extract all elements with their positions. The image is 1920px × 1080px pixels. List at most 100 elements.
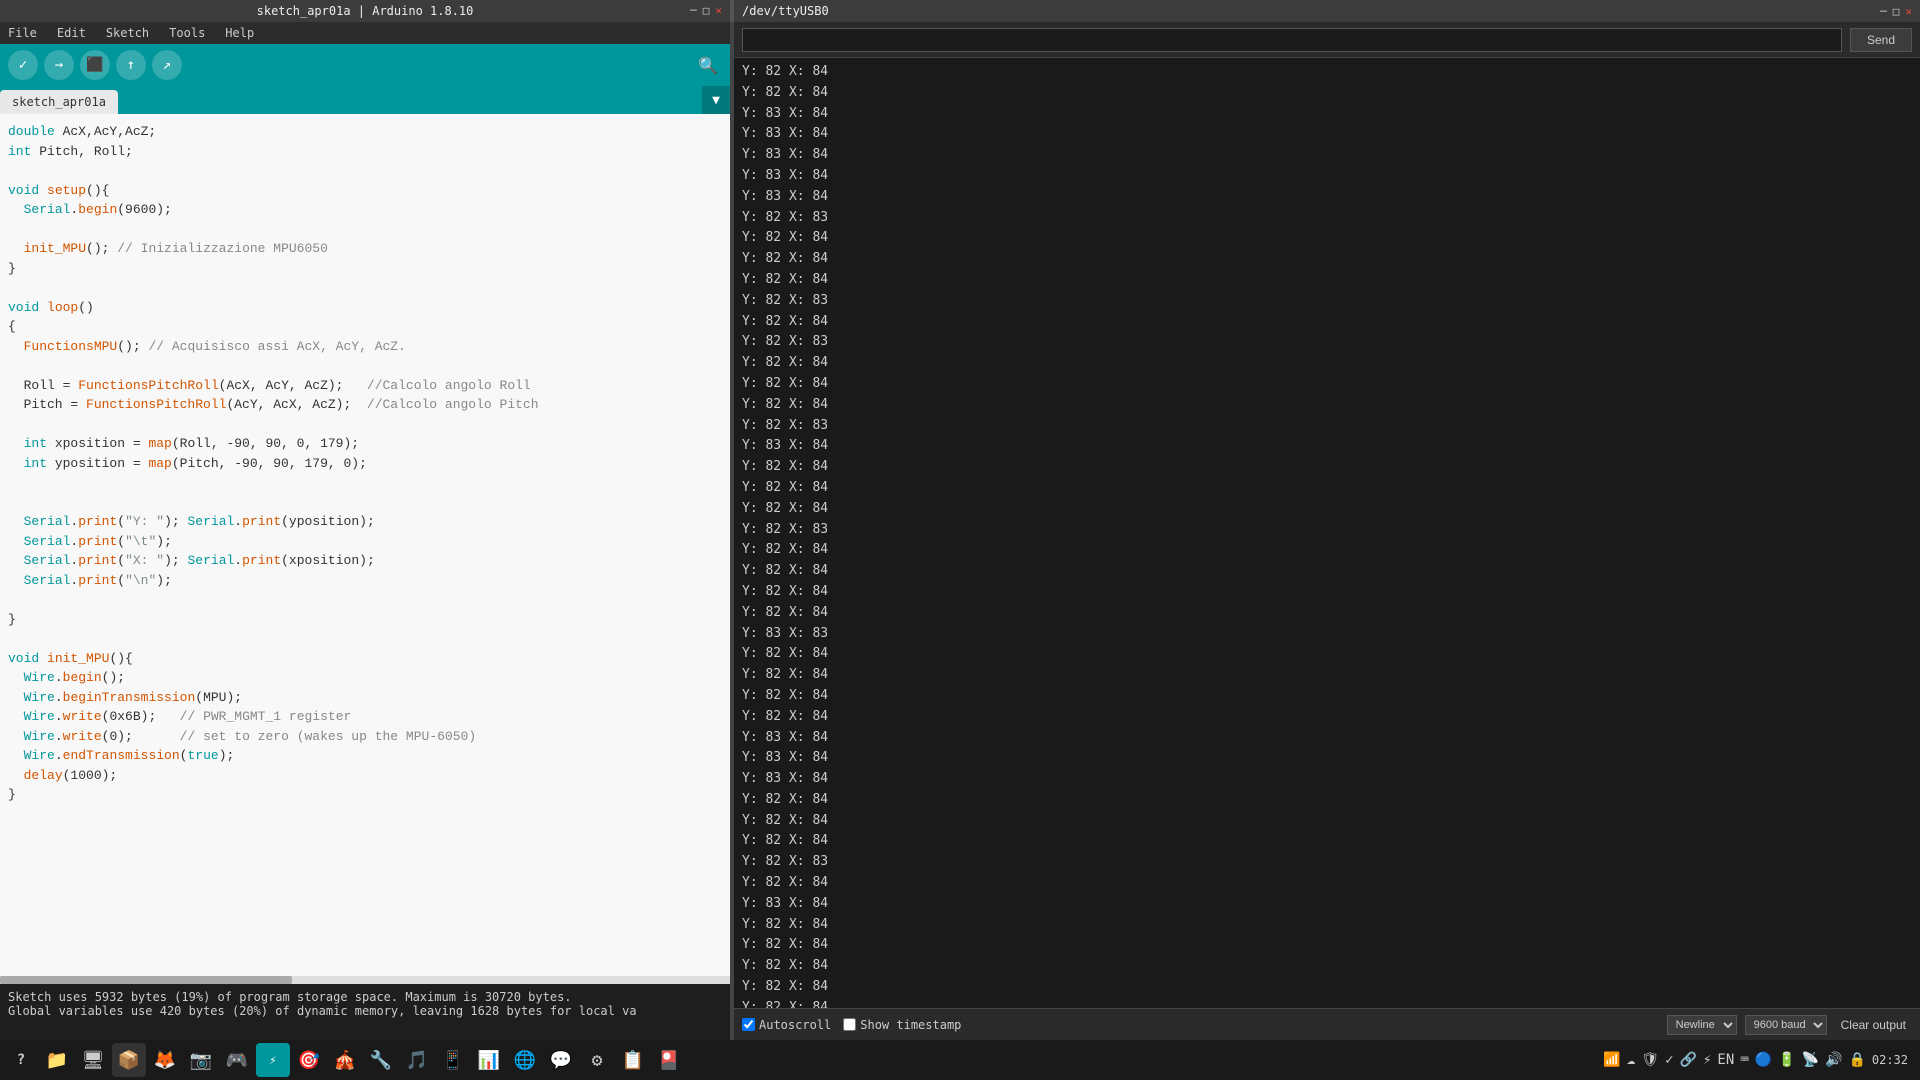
serial-output-line: Y: 83 X: 84 [742, 124, 1912, 145]
serial-output-line: Y: 82 X: 84 [742, 353, 1912, 374]
serial-output-line: Y: 82 X: 84 [742, 644, 1912, 665]
sys-icon-lang: EN [1717, 1052, 1734, 1068]
taskbar-photos-icon[interactable]: 📷 [184, 1043, 218, 1077]
sketch-tab[interactable]: sketch_apr01a [0, 90, 118, 114]
serial-output-line: Y: 82 X: 83 [742, 208, 1912, 229]
minimize-button[interactable]: ─ [690, 4, 697, 17]
open-button[interactable]: ↗ [152, 50, 182, 80]
menu-tools[interactable]: Tools [165, 24, 209, 42]
serial-window-controls[interactable]: ─ □ ✕ [1880, 5, 1912, 18]
debug-button[interactable]: ⬛ [80, 50, 110, 80]
verify-button[interactable]: ✓ [8, 50, 38, 80]
arduino-titlebar: sketch_apr01a | Arduino 1.8.10 ─ □ ✕ [0, 0, 730, 22]
toolbar: ✓ → ⬛ ↑ ↗ 🔍 [0, 44, 730, 86]
serial-output-line: Y: 83 X: 83 [742, 624, 1912, 645]
sys-icon-keyboard: ⌨ [1740, 1052, 1748, 1068]
show-timestamp-label[interactable]: Show timestamp [843, 1018, 961, 1032]
serial-input[interactable] [742, 28, 1842, 52]
serial-close-button[interactable]: ✕ [1905, 5, 1912, 18]
serial-output-line: Y: 82 X: 84 [742, 582, 1912, 603]
taskbar-files-icon[interactable]: 📁 [40, 1043, 74, 1077]
tab-label: sketch_apr01a [12, 95, 106, 109]
serial-output-line: Y: 82 X: 83 [742, 416, 1912, 437]
close-button[interactable]: ✕ [715, 4, 722, 17]
serial-output-line: Y: 82 X: 84 [742, 790, 1912, 811]
serial-output-line: Y: 82 X: 84 [742, 312, 1912, 333]
serial-output-line: Y: 82 X: 84 [742, 915, 1912, 936]
taskbar-chart-icon[interactable]: 📊 [472, 1043, 506, 1077]
serial-output-line: Y: 82 X: 84 [742, 665, 1912, 686]
menu-edit[interactable]: Edit [53, 24, 90, 42]
code-content: double AcX,AcY,AcZ; int Pitch, Roll; voi… [8, 122, 722, 805]
taskbar-phone-icon[interactable]: 📱 [436, 1043, 470, 1077]
code-editor[interactable]: double AcX,AcY,AcZ; int Pitch, Roll; voi… [0, 114, 730, 976]
upload-button[interactable]: → [44, 50, 74, 80]
autoscroll-label[interactable]: Autoscroll [742, 1018, 831, 1032]
show-timestamp-checkbox[interactable] [843, 1018, 856, 1031]
send-button[interactable]: Send [1850, 28, 1912, 52]
serial-output-line: Y: 82 X: 84 [742, 977, 1912, 998]
serial-bottom-bar: Autoscroll Show timestamp Newline 9600 b… [734, 1008, 1920, 1040]
search-button[interactable]: 🔍 [694, 51, 722, 79]
output-text: Sketch uses 5932 bytes (19%) of program … [8, 990, 722, 1018]
scrollbar-thumb[interactable] [0, 976, 292, 984]
taskbar: ? 📁 🖥 📦 🦊 📷 🎮 ⚡ 🎯 🎪 🔧 🎵 📱 📊 🌐 💬 ⚙ 📋 🎴 📶 … [0, 1040, 1920, 1080]
clear-output-button[interactable]: Clear output [1835, 1016, 1912, 1034]
taskbar-arduino-icon[interactable]: ⚡ [256, 1043, 290, 1077]
serial-titlebar: /dev/ttyUSB0 ─ □ ✕ [734, 0, 1920, 22]
serial-output-line: Y: 82 X: 84 [742, 603, 1912, 624]
serial-output-line: Y: 82 X: 84 [742, 62, 1912, 83]
menu-file[interactable]: File [4, 24, 41, 42]
menu-bar: File Edit Sketch Tools Help [0, 22, 730, 44]
serial-output-line: Y: 83 X: 84 [742, 894, 1912, 915]
serial-output-line: Y: 83 X: 84 [742, 728, 1912, 749]
new-button[interactable]: ↑ [116, 50, 146, 80]
taskbar-terminal-icon[interactable]: 🖥 [76, 1043, 110, 1077]
clock: 02:32 [1872, 1053, 1908, 1067]
serial-minimize-button[interactable]: ─ [1880, 5, 1887, 18]
newline-select[interactable]: Newline [1667, 1015, 1737, 1035]
sys-icon-lock: 🔒 [1848, 1052, 1865, 1068]
taskbar-app3-icon[interactable]: 🔧 [364, 1043, 398, 1077]
menu-help[interactable]: Help [221, 24, 258, 42]
scrollbar-area [0, 976, 730, 984]
serial-output-line: Y: 82 X: 84 [742, 228, 1912, 249]
taskbar-firefox-icon[interactable]: 🦊 [148, 1043, 182, 1077]
tab-dropdown-btn[interactable]: ▼ [702, 86, 730, 114]
serial-output-line: Y: 82 X: 84 [742, 374, 1912, 395]
serial-output-line: Y: 82 X: 84 [742, 249, 1912, 270]
serial-output-line: Y: 82 X: 84 [742, 686, 1912, 707]
taskbar-package-icon[interactable]: 📦 [112, 1043, 146, 1077]
serial-output-line: Y: 82 X: 83 [742, 291, 1912, 312]
menu-sketch[interactable]: Sketch [102, 24, 153, 42]
sys-icon-network: 📶 [1603, 1052, 1620, 1068]
baud-select[interactable]: 9600 baud [1745, 1015, 1827, 1035]
serial-output-line: Y: 82 X: 83 [742, 520, 1912, 541]
serial-output-line: Y: 82 X: 84 [742, 478, 1912, 499]
taskbar-cards-icon[interactable]: 🎴 [652, 1043, 686, 1077]
serial-maximize-button[interactable]: □ [1893, 5, 1900, 18]
arduino-title-text: sketch_apr01a | Arduino 1.8.10 [257, 4, 474, 18]
serial-title-text: /dev/ttyUSB0 [742, 4, 829, 18]
serial-output-line: Y: 83 X: 84 [742, 187, 1912, 208]
taskbar-app1-icon[interactable]: 🎯 [292, 1043, 326, 1077]
serial-output-line: Y: 83 X: 84 [742, 145, 1912, 166]
serial-output: Y: 82 X: 84Y: 82 X: 84Y: 83 X: 84Y: 83 X… [734, 58, 1920, 1008]
taskbar-app2-icon[interactable]: 🎪 [328, 1043, 362, 1077]
sys-icon-cloud: ☁ [1627, 1052, 1635, 1068]
serial-output-line: Y: 83 X: 84 [742, 104, 1912, 125]
taskbar-clipboard-icon[interactable]: 📋 [616, 1043, 650, 1077]
maximize-button[interactable]: □ [703, 4, 710, 17]
sys-icon-battery: 🔋 [1778, 1052, 1795, 1068]
taskbar-browser-icon[interactable]: 🌐 [508, 1043, 542, 1077]
taskbar-settings-icon[interactable]: ⚙ [580, 1043, 614, 1077]
taskbar-game-icon[interactable]: 🎮 [220, 1043, 254, 1077]
taskbar-help-icon[interactable]: ? [4, 1043, 38, 1077]
serial-output-line: Y: 82 X: 84 [742, 561, 1912, 582]
taskbar-chat-icon[interactable]: 💬 [544, 1043, 578, 1077]
autoscroll-checkbox[interactable] [742, 1018, 755, 1031]
taskbar-music-icon[interactable]: 🎵 [400, 1043, 434, 1077]
arduino-window-controls[interactable]: ─ □ ✕ [690, 4, 722, 17]
serial-output-line: Y: 82 X: 84 [742, 811, 1912, 832]
serial-options: Newline 9600 baud Clear output [1667, 1015, 1912, 1035]
